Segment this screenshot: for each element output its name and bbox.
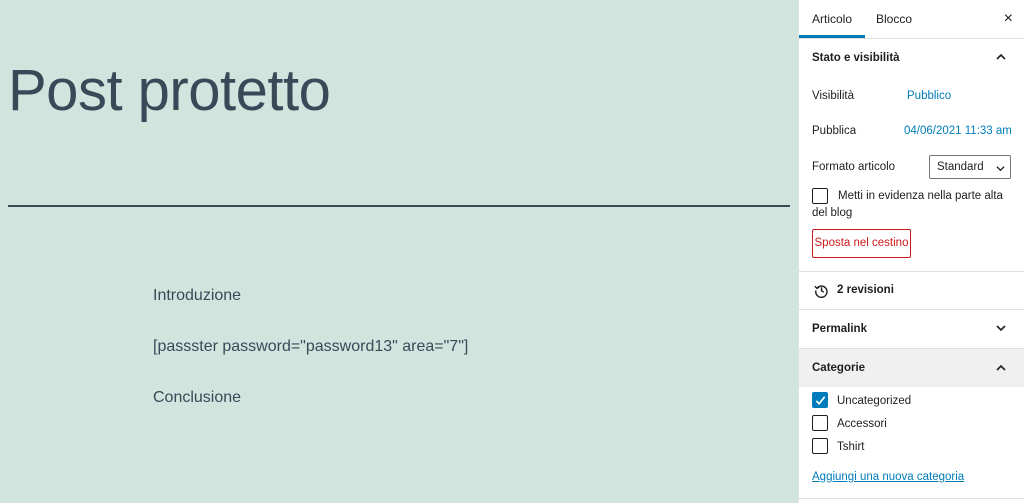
sidebar-tabs: Articolo Blocco × xyxy=(799,0,1024,39)
status-panel-title: Stato e visibilità xyxy=(812,52,900,64)
category-checkbox-tshirt[interactable] xyxy=(812,438,828,454)
category-checkbox-uncategorized[interactable] xyxy=(812,392,828,408)
checkmark-icon xyxy=(815,396,826,406)
history-icon xyxy=(814,285,828,298)
categories-title: Categorie xyxy=(812,362,866,374)
post-title[interactable]: Post protetto xyxy=(8,62,331,120)
sticky-label: Metti in evidenza nella parte alta del b… xyxy=(812,190,1003,219)
editor-canvas[interactable]: Post protetto Introduzione [passster pas… xyxy=(0,0,798,503)
chevron-down-icon xyxy=(995,309,1009,349)
post-format-select[interactable]: Standard xyxy=(929,155,1011,179)
publish-date-toggle[interactable]: 04/06/2021 11:33 am xyxy=(904,125,1012,137)
post-format-value: Standard xyxy=(937,161,984,173)
tab-articolo[interactable]: Articolo xyxy=(799,0,866,38)
category-checkbox-accessori[interactable] xyxy=(812,415,828,431)
paragraph-block[interactable]: Introduzione xyxy=(153,287,241,305)
add-category-link[interactable]: Aggiungi una nuova categoria xyxy=(812,471,964,483)
category-label: Uncategorized xyxy=(837,395,912,407)
close-sidebar-button[interactable]: × xyxy=(1004,0,1013,38)
visibility-toggle[interactable]: Pubblico xyxy=(907,90,951,102)
category-label: Tshirt xyxy=(837,441,865,453)
settings-sidebar: Articolo Blocco × Stato e visibilità Vis… xyxy=(798,0,1024,503)
paragraph-block[interactable]: Conclusione xyxy=(153,389,241,407)
separator-block[interactable] xyxy=(8,205,790,207)
category-label: Accessori xyxy=(837,418,887,430)
status-panel-toggle[interactable]: Stato e visibilità xyxy=(799,38,1024,78)
permalink-panel-toggle[interactable]: Permalink xyxy=(799,309,1024,349)
revisions-button[interactable]: 2 revisioni xyxy=(799,272,1024,309)
visibility-label: Visibilità xyxy=(812,90,854,102)
revisions-label: 2 revisioni xyxy=(837,284,894,296)
categories-panel-toggle[interactable]: Categorie xyxy=(799,349,1024,387)
chevron-up-icon xyxy=(995,38,1009,78)
permalink-title: Permalink xyxy=(812,323,867,335)
tab-blocco[interactable]: Blocco xyxy=(876,0,912,38)
publish-label: Pubblica xyxy=(812,125,857,137)
chevron-down-icon xyxy=(996,166,1005,172)
shortcode-block[interactable]: [passster password="password13" area="7"… xyxy=(153,338,468,356)
move-to-trash-button[interactable]: Sposta nel cestino xyxy=(812,229,911,258)
chevron-up-icon xyxy=(995,349,1009,389)
format-label: Formato articolo xyxy=(812,161,896,173)
divider xyxy=(799,498,1024,499)
